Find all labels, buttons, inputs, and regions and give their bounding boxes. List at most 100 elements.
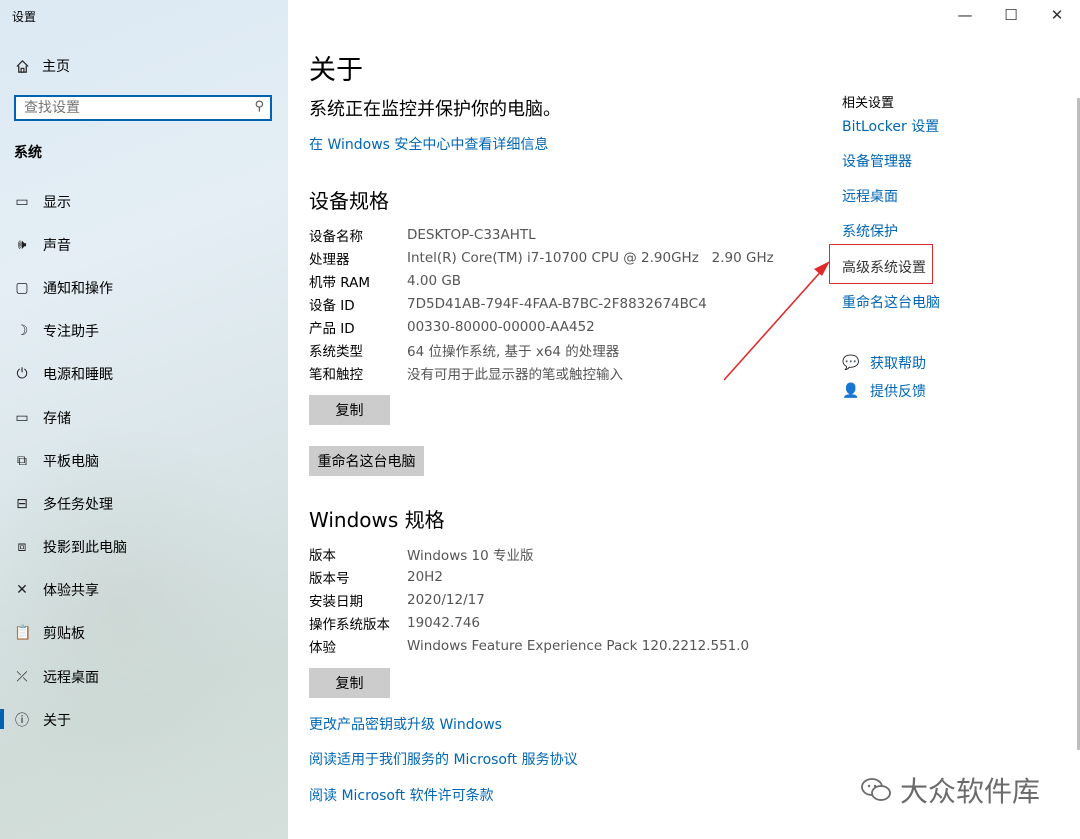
spec-row: 机带 RAM 4.00 GB xyxy=(309,269,774,292)
system-protection-link[interactable]: 系统保护 xyxy=(842,221,898,241)
spec-row: 笔和触控 没有可用于此显示器的笔或触控输入 xyxy=(309,362,774,385)
sidebar-section-label: 系统 xyxy=(14,145,42,161)
annotation-highlight-box xyxy=(829,244,933,284)
sidebar-item-label: 平板电脑 xyxy=(43,453,99,470)
spec-value: 2020/12/17 xyxy=(407,591,485,608)
sidebar-item-label: 声音 xyxy=(43,237,71,254)
sidebar-item-label: 电源和睡眠 xyxy=(43,367,113,384)
windows-specs-table: 版本 Windows 10 专业版 版本号 20H2 安装日期 2020/12/17 … xyxy=(309,542,749,657)
windows-specs-heading: Windows 规格 xyxy=(309,508,445,532)
spec-value: 64 位操作系统, 基于 x64 的处理器 xyxy=(407,344,620,361)
share-icon: ✕ xyxy=(16,582,28,599)
annotation-arrow xyxy=(723,261,830,381)
spec-value: 4.00 GB xyxy=(407,272,462,289)
spec-row: 版本号 20H2 xyxy=(309,565,749,588)
info-icon: ⓘ xyxy=(15,712,29,729)
maximize-button[interactable]: ☐ xyxy=(988,0,1034,30)
license-terms-link[interactable]: 阅读 Microsoft 软件许可条款 xyxy=(309,785,494,805)
wechat-icon xyxy=(861,778,891,801)
spec-row: 操作系统版本 19042.746 xyxy=(309,611,749,634)
sidebar-item-label: 通知和操作 xyxy=(43,280,113,297)
sidebar-item-share[interactable]: ✕ 体验共享 xyxy=(0,569,288,612)
page-title: 关于 xyxy=(309,55,363,86)
sidebar-item-label: 显示 xyxy=(43,194,71,211)
remote-desktop-icon: ⤫ xyxy=(16,668,28,685)
multitasking-icon: ⊟ xyxy=(16,495,28,512)
sidebar-item-sound[interactable]: 🕪 声音 xyxy=(0,223,288,266)
spec-value: Windows Feature Experience Pack 120.2212… xyxy=(407,637,750,654)
search-box[interactable]: ⚲ xyxy=(14,95,272,121)
project-icon: ⧈ xyxy=(17,539,27,556)
security-status: 系统正在监控并保护你的电脑。 xyxy=(309,99,561,120)
service-agreement-link[interactable]: 阅读适用于我们服务的 Microsoft 服务协议 xyxy=(309,749,578,769)
spec-key: 处理器 xyxy=(309,251,350,268)
spec-value: Windows 10 专业版 xyxy=(407,547,534,564)
spec-key: 机带 RAM xyxy=(309,274,371,291)
sidebar-item-project[interactable]: ⧈ 投影到此电脑 xyxy=(0,526,288,569)
watermark: 大众软件库 xyxy=(860,770,1040,810)
sidebar-item-label: 多任务处理 xyxy=(43,496,113,513)
sidebar-item-label: 远程桌面 xyxy=(43,669,99,686)
sidebar-item-notifications[interactable]: ▢ 通知和操作 xyxy=(0,266,288,309)
copy-device-specs-button[interactable]: 复制 xyxy=(309,395,390,425)
security-center-link[interactable]: 在 Windows 安全中心中查看详细信息 xyxy=(309,134,548,154)
sidebar-item-label: 专注助手 xyxy=(43,324,99,341)
sidebar-nav: ▭ 显示 🕪 声音 ▢ 通知和操作 ☽ 专注助手 ⏻ 电源和睡眠 ▭ 存储 ⧉ … xyxy=(0,180,288,741)
spec-key: 设备 ID xyxy=(309,297,355,314)
home-icon xyxy=(16,59,29,73)
spec-value: 7D5D41AB-794F-4FAA-B7BC-2F8832674BC4 xyxy=(407,295,707,312)
spec-row: 版本 Windows 10 专业版 xyxy=(309,542,749,565)
related-settings-title: 相关设置 xyxy=(842,96,895,111)
device-specs-heading: 设备规格 xyxy=(309,189,389,213)
minimize-button[interactable]: — xyxy=(942,0,988,30)
sidebar-item-label: 剪贴板 xyxy=(43,626,85,643)
spec-value: DESKTOP-C33AHTL xyxy=(407,226,536,243)
search-icon[interactable]: ⚲ xyxy=(254,99,264,114)
main-pane: — ☐ ✕ 关于 系统正在监控并保护你的电脑。 在 Windows 安全中心中查… xyxy=(288,0,1080,839)
device-specs-table: 设备名称 DESKTOP-C33AHTL 处理器 Intel(R) Core(TM)… xyxy=(309,223,774,385)
sidebar: 设置 主页 ⚲ 系统 ▭ 显示 🕪 声音 ▢ 通知和操作 ☽ 专注助手 ⏻ xyxy=(0,0,288,839)
spec-row: 设备 ID 7D5D41AB-794F-4FAA-B7BC-2F8832674BC… xyxy=(309,292,774,315)
clipboard-icon: 📋 xyxy=(14,625,32,642)
sidebar-item-display[interactable]: ▭ 显示 xyxy=(0,180,288,223)
sidebar-item-clipboard[interactable]: 📋 剪贴板 xyxy=(0,612,288,655)
focus-assist-icon: ☽ xyxy=(15,323,29,340)
notification-icon: ▢ xyxy=(15,279,29,296)
copy-windows-specs-button[interactable]: 复制 xyxy=(309,668,390,698)
rename-pc-link[interactable]: 重命名这台电脑 xyxy=(842,292,940,312)
sidebar-item-label: 存储 xyxy=(43,410,71,427)
get-help-icon: 💬 xyxy=(842,355,860,371)
sidebar-item-label: 关于 xyxy=(43,712,71,729)
window-controls: — ☐ ✕ xyxy=(942,0,1080,30)
sidebar-home-label: 主页 xyxy=(42,59,70,75)
change-product-key-link[interactable]: 更改产品密钥或升级 Windows xyxy=(309,714,502,734)
remote-desktop-link[interactable]: 远程桌面 xyxy=(842,186,898,206)
feedback-item[interactable]: 👤 提供反馈 xyxy=(842,381,926,401)
power-icon: ⏻ xyxy=(16,366,28,383)
bitlocker-settings-link[interactable]: BitLocker 设置 xyxy=(842,116,939,136)
sidebar-item-remote-desktop[interactable]: ⤫ 远程桌面 xyxy=(0,655,288,698)
get-help-item[interactable]: 💬 获取帮助 xyxy=(842,353,926,373)
display-icon: ▭ xyxy=(15,193,29,210)
spec-key: 设备名称 xyxy=(309,228,363,245)
rename-pc-button[interactable]: 重命名这台电脑 xyxy=(309,446,424,476)
spec-row: 体验 Windows Feature Experience Pack 120.22… xyxy=(309,634,749,657)
spec-value: 20H2 xyxy=(407,568,443,585)
app-title: 设置 xyxy=(12,10,37,24)
sidebar-item-storage[interactable]: ▭ 存储 xyxy=(0,396,288,439)
sidebar-item-about[interactable]: ⓘ 关于 xyxy=(0,698,288,741)
device-manager-link[interactable]: 设备管理器 xyxy=(842,151,912,171)
spec-row: 系统类型 64 位操作系统, 基于 x64 的处理器 xyxy=(309,338,774,361)
sidebar-item-multitasking[interactable]: ⊟ 多任务处理 xyxy=(0,482,288,525)
sidebar-item-focus-assist[interactable]: ☽ 专注助手 xyxy=(0,310,288,353)
close-button[interactable]: ✕ xyxy=(1034,0,1080,30)
sidebar-item-tablet[interactable]: ⧉ 平板电脑 xyxy=(0,439,288,482)
watermark-text: 大众软件库 xyxy=(900,775,1041,808)
search-input[interactable] xyxy=(16,97,244,119)
feedback-link[interactable]: 提供反馈 xyxy=(870,381,926,401)
get-help-link[interactable]: 获取帮助 xyxy=(870,353,926,373)
sidebar-item-label: 体验共享 xyxy=(43,583,99,600)
sidebar-home[interactable]: 主页 xyxy=(15,56,70,76)
spec-value: 没有可用于此显示器的笔或触控输入 xyxy=(407,367,623,384)
sidebar-item-power[interactable]: ⏻ 电源和睡眠 xyxy=(0,353,288,396)
